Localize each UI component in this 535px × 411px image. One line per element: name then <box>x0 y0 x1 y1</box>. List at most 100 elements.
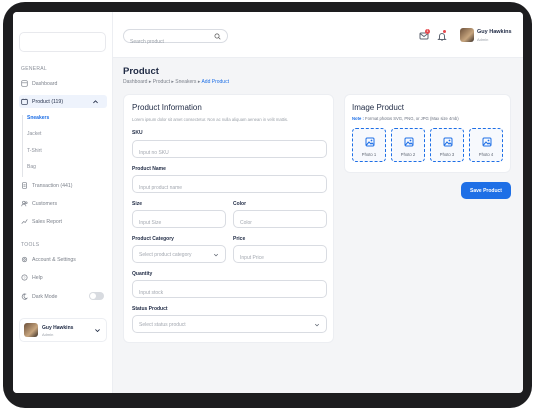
image-product-title: Image Product <box>352 103 405 112</box>
users-icon <box>21 200 28 207</box>
document-icon <box>22 182 27 189</box>
breadcrumb-product[interactable]: Product <box>153 79 170 85</box>
search-icon[interactable] <box>214 33 221 40</box>
sidebar-user-card[interactable]: Guy Hawkins Admin <box>19 318 107 342</box>
status-product-select[interactable]: Select status product <box>132 315 327 333</box>
section-general-label: GENERAL <box>21 66 47 72</box>
trend-icon <box>21 219 28 224</box>
sidebar-item-label: Product (119) <box>32 98 64 105</box>
price-input[interactable] <box>234 250 326 266</box>
avatar <box>24 323 38 337</box>
avatar[interactable] <box>460 28 474 42</box>
chevron-down-icon <box>213 253 219 257</box>
quantity-input[interactable] <box>133 285 326 301</box>
submenu-sneakers[interactable]: Sneakers <box>27 115 49 121</box>
dark-mode-toggle[interactable] <box>89 292 104 300</box>
sku-field <box>132 140 327 161</box>
product-name-field <box>132 175 327 196</box>
topbar: 1 Guy Hawkins Admin <box>113 12 523 58</box>
sidebar-item-label: Transaction (441) <box>32 182 73 189</box>
sku-label: SKU <box>132 130 143 136</box>
breadcrumb-separator: ▸ <box>148 79 152 85</box>
status-product-placeholder: Select status product <box>139 322 186 328</box>
sidebar: GENERAL Dashboard Product (119) Sneakers… <box>13 12 113 393</box>
color-field <box>233 210 327 231</box>
product-information-subtitle: Lorem ipsum dolor sit amet consectetur. … <box>132 117 289 122</box>
notification-dot <box>443 30 446 33</box>
photo-label: Photo 2 <box>400 152 416 157</box>
svg-text:?: ? <box>24 276 26 280</box>
sidebar-item-customers[interactable]: Customers <box>19 197 107 210</box>
breadcrumb-sneakers[interactable]: Sneakers <box>175 79 196 85</box>
sidebar-item-product[interactable]: Product (119) <box>19 95 107 108</box>
submenu-bag[interactable]: Bag <box>27 164 36 170</box>
photo-upload-1[interactable]: Photo 1 <box>352 128 386 162</box>
image-icon <box>404 137 414 147</box>
chevron-down-icon[interactable] <box>94 327 101 334</box>
product-information-card: Product Information Lorem ipsum dolor si… <box>123 94 334 343</box>
sidebar-item-label: Help <box>32 274 43 281</box>
product-name-input[interactable] <box>133 180 326 196</box>
size-input[interactable] <box>133 215 225 231</box>
color-label: Color <box>233 201 247 207</box>
breadcrumb-separator: ▸ <box>197 79 201 85</box>
sidebar-item-label: Dark Mode <box>32 293 58 300</box>
photo-upload-2[interactable]: Photo 2 <box>391 128 425 162</box>
sidebar-item-account-settings[interactable]: Account & Settings <box>19 253 107 266</box>
chevron-up-icon[interactable] <box>92 98 99 105</box>
product-information-title: Product Information <box>132 103 202 112</box>
note-label: Note : <box>352 116 364 121</box>
sidebar-item-transaction[interactable]: Transaction (441) <box>19 179 107 192</box>
product-category-placeholder: Select product category <box>139 252 192 258</box>
quantity-field <box>132 280 327 301</box>
photo-upload-4[interactable]: Photo 4 <box>469 128 503 162</box>
product-category-select[interactable]: Select product category <box>132 245 226 263</box>
page-title: Product <box>123 66 159 77</box>
topbar-user-name: Guy Hawkins <box>477 29 512 35</box>
sku-input[interactable] <box>133 145 326 161</box>
product-icon <box>21 98 28 105</box>
sidebar-item-help[interactable]: ? Help <box>19 271 107 284</box>
breadcrumb-dashboard[interactable]: Dashboard <box>123 79 147 85</box>
image-icon <box>443 137 453 147</box>
quantity-label: Quantity <box>132 271 153 277</box>
help-icon: ? <box>21 274 28 281</box>
image-icon <box>482 137 492 147</box>
breadcrumb: Dashboard ▸ Product ▸ Sneakers ▸ Add Pro… <box>123 79 229 85</box>
topbar-user-role: Admin <box>477 37 489 42</box>
screen: GENERAL Dashboard Product (119) Sneakers… <box>13 12 523 393</box>
sidebar-item-label: Dashboard <box>32 80 58 87</box>
color-input[interactable] <box>234 215 326 231</box>
section-tools-label: TOOLS <box>21 242 40 248</box>
price-field <box>233 245 327 266</box>
sidebar-item-dashboard[interactable]: Dashboard <box>19 77 107 90</box>
size-field <box>132 210 226 231</box>
chevron-down-icon <box>314 323 320 327</box>
search-box <box>123 29 228 48</box>
save-product-button[interactable]: Save Product <box>461 182 511 199</box>
product-name-label: Product Name <box>132 166 166 172</box>
breadcrumb-separator: ▸ <box>171 79 174 85</box>
submenu-jacket[interactable]: Jacket <box>27 131 41 137</box>
photo-label: Photo 3 <box>439 152 455 157</box>
sidebar-item-sales-report[interactable]: Sales Report <box>19 215 107 228</box>
mail-badge: 1 <box>425 29 430 34</box>
note-text: Format photos SVG, PNG, or JPG (Max size… <box>365 116 459 121</box>
submenu-tshirt[interactable]: T-Shirt <box>27 148 42 154</box>
photo-upload-3[interactable]: Photo 3 <box>430 128 464 162</box>
photo-label: Photo 4 <box>478 152 494 157</box>
moon-icon <box>21 293 28 300</box>
image-product-card: Image Product Note : Format photos SVG, … <box>344 94 511 173</box>
image-format-note: Note : Format photos SVG, PNG, or JPG (M… <box>352 116 459 121</box>
sidebar-item-label: Sales Report <box>32 218 62 225</box>
gear-icon <box>21 256 28 263</box>
search-input[interactable] <box>124 36 204 48</box>
sidebar-item-label: Account & Settings <box>32 256 76 263</box>
breadcrumb-add-product: Add Product <box>201 79 229 85</box>
sidebar-item-label: Customers <box>32 200 58 207</box>
user-role: Admin <box>42 332 54 337</box>
status-product-label: Status Product <box>132 306 168 312</box>
price-label: Price <box>233 236 246 242</box>
photo-label: Photo 1 <box>361 152 377 157</box>
image-icon <box>365 137 375 147</box>
